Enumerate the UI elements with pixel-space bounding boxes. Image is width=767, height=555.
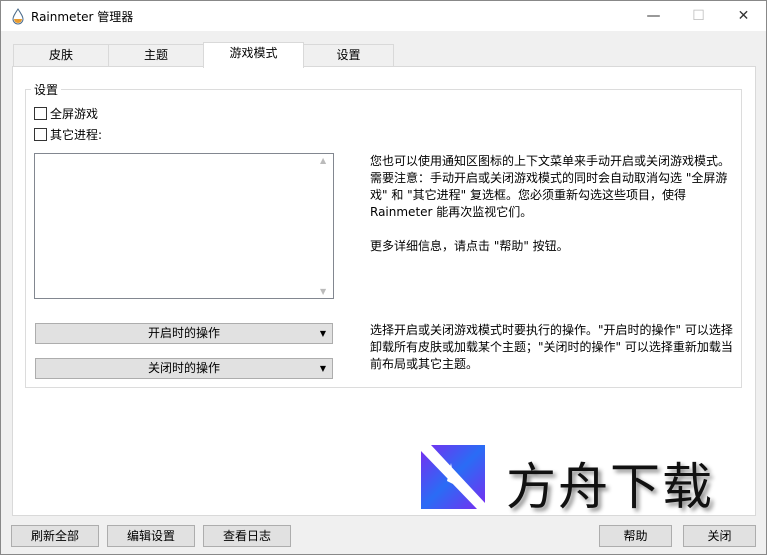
refresh-all-button[interactable]: 刷新全部 (11, 525, 99, 547)
actions-line: 前布局或其它主题。 (370, 357, 479, 371)
chevron-down-icon: ▼ (319, 364, 326, 373)
other-processes-checkbox[interactable] (34, 128, 47, 141)
watermark: 方舟下载 (421, 445, 721, 516)
fullscreen-games-label: 全屏游戏 (50, 107, 99, 121)
scroll-up-icon[interactable]: ▲ (320, 156, 326, 165)
tab-themes[interactable]: 主题 (108, 44, 204, 67)
actions-line: 选择开启或关闭游戏模式时要执行的操作。"开启时的操作" 可以选择 (370, 323, 733, 337)
tab-game-mode[interactable]: 游戏模式 (203, 42, 304, 68)
settings-group-label: 设置 (31, 81, 62, 98)
fullscreen-games-checkbox[interactable] (34, 107, 47, 120)
info-line (370, 221, 742, 238)
window-title: Rainmeter 管理器 (31, 10, 134, 24)
actions-line: 卸载所有皮肤或加载某个主题；"关闭时的操作" 可以选择重新加载当 (370, 340, 733, 354)
on-stop-action-dropdown[interactable]: 关闭时的操作 ▼ (35, 358, 333, 379)
other-processes-label: 其它进程: (50, 128, 103, 142)
close-window-button[interactable]: ✕ (721, 1, 766, 31)
on-start-action-dropdown[interactable]: 开启时的操作 ▼ (35, 323, 333, 344)
info-line: 需要注意：手动开启或关闭游戏模式的同时会自动取消勾选 "全屏游 (370, 171, 728, 185)
view-log-button[interactable]: 查看日志 (203, 525, 291, 547)
on-start-label: 开启时的操作 (147, 326, 220, 340)
maximize-button[interactable]: ☐ (676, 1, 721, 31)
on-stop-label: 关闭时的操作 (147, 361, 220, 375)
title-bar: Rainmeter 管理器 — ☐ ✕ (1, 1, 766, 31)
chevron-down-icon: ▼ (319, 329, 326, 338)
info-text: 您也可以使用通知区图标的上下文菜单来手动开启或关闭游戏模式。 需要注意：手动开启… (370, 153, 742, 255)
tab-settings[interactable]: 设置 (303, 44, 394, 67)
rainmeter-logo-icon (12, 8, 24, 25)
tab-skins[interactable]: 皮肤 (13, 44, 109, 67)
process-list-scrollbar[interactable]: ▲ ▼ (316, 154, 333, 298)
info-line: 更多详细信息，请点击 "帮助" 按钮。 (370, 239, 569, 253)
info-line: Rainmeter 能再次监视它们。 (370, 205, 533, 219)
watermark-text: 方舟下载 (506, 458, 714, 516)
info-line: 您也可以使用通知区图标的上下文菜单来手动开启或关闭游戏模式。 (370, 154, 731, 168)
edit-settings-button[interactable]: 编辑设置 (107, 525, 195, 547)
info-line: 戏" 和 "其它进程" 复选框。您必须重新勾选这些项目，使得 (370, 188, 687, 202)
close-button[interactable]: 关闭 (683, 525, 756, 547)
process-list[interactable]: ▲ ▼ (34, 153, 334, 299)
actions-text: 选择开启或关闭游戏模式时要执行的操作。"开启时的操作" 可以选择 卸载所有皮肤或… (370, 322, 742, 373)
minimize-button[interactable]: — (631, 1, 676, 31)
scroll-down-icon[interactable]: ▼ (320, 287, 326, 296)
watermark-logo-icon (421, 445, 485, 509)
help-button[interactable]: 帮助 (599, 525, 672, 547)
